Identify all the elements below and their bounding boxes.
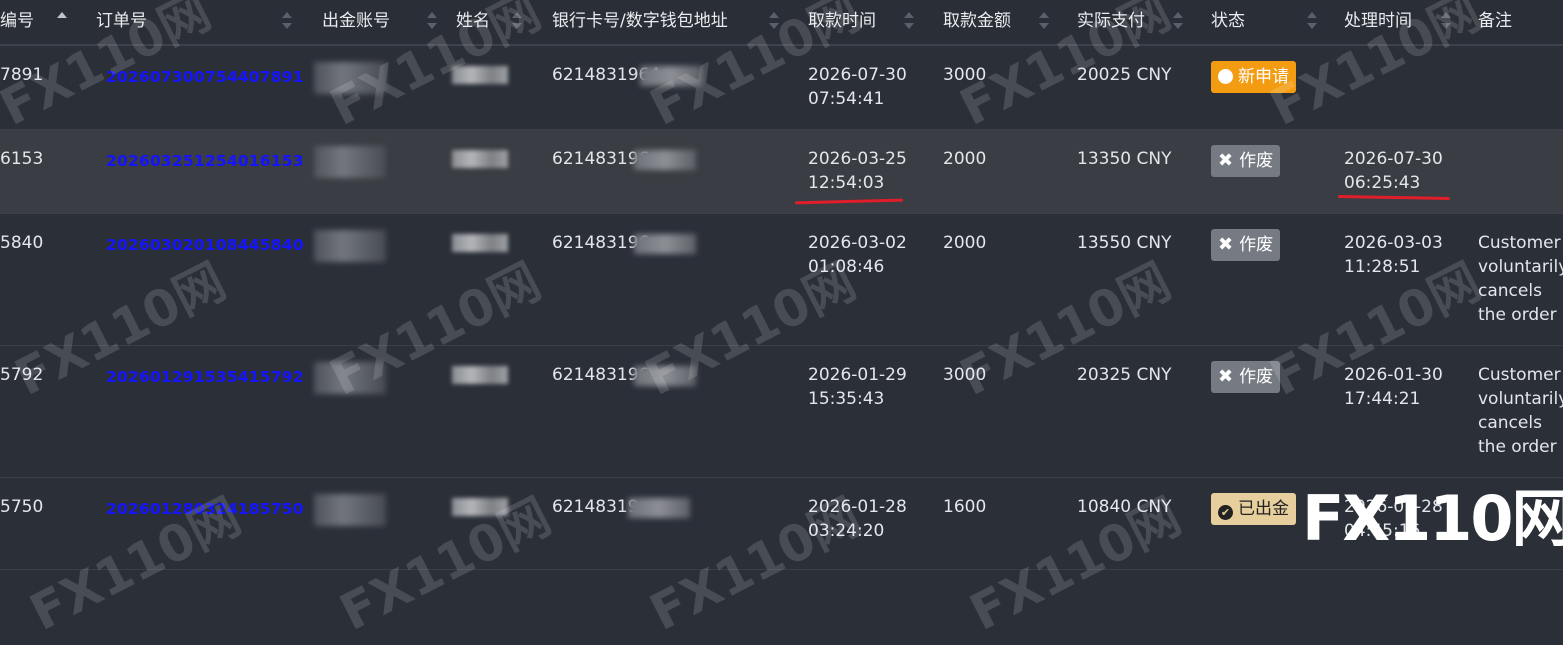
actual-paid: 20025 CNY bbox=[1077, 65, 1172, 85]
row-id: 7891 bbox=[0, 65, 44, 85]
circle-icon bbox=[1218, 69, 1233, 84]
withdraw-time: 2026-01-28 03:24:20 bbox=[808, 497, 907, 541]
order-link[interactable]: 202601280324185750 bbox=[106, 497, 304, 521]
order-link[interactable]: 202603020108445840 bbox=[106, 233, 304, 257]
status-badge: ✖ 作废 bbox=[1211, 145, 1281, 177]
status-badge: 新申请 bbox=[1211, 61, 1296, 93]
account-redacted bbox=[314, 62, 386, 94]
sort-icon[interactable] bbox=[281, 0, 293, 44]
sort-icon[interactable] bbox=[1440, 0, 1452, 44]
status-badge: ✔ 已出金 bbox=[1211, 493, 1296, 525]
withdraw-time: 2026-01-29 15:35:43 bbox=[808, 365, 907, 409]
header-card[interactable]: 银行卡号/数字钱包地址 bbox=[552, 0, 728, 44]
table-row: 6153 202603251254016153 621483196 2026-0… bbox=[0, 130, 1563, 214]
actual-paid: 13550 CNY bbox=[1077, 233, 1172, 253]
close-icon: ✖ bbox=[1218, 150, 1234, 171]
actual-paid: 13350 CNY bbox=[1077, 149, 1172, 169]
table-header: 编号 订单号 出金账号 姓名 银行卡号/数字钱包地址 取款时间 取款金额 实际支… bbox=[0, 0, 1563, 46]
fx110-logo: FX110网 bbox=[1302, 482, 1563, 555]
card-redacted bbox=[640, 66, 702, 86]
card-redacted bbox=[634, 150, 696, 170]
withdraw-time: 2026-03-25 12:54:03 bbox=[808, 149, 907, 193]
account-redacted bbox=[314, 146, 386, 178]
card-redacted bbox=[628, 498, 690, 518]
close-icon: ✖ bbox=[1218, 366, 1234, 387]
row-id: 5792 bbox=[0, 365, 44, 385]
order-link[interactable]: 202607300754407891 bbox=[106, 65, 304, 89]
note: Customer voluntarily cancels the order bbox=[1478, 365, 1563, 457]
highlight-underline bbox=[794, 198, 904, 205]
name-redacted bbox=[452, 498, 508, 516]
header-amount[interactable]: 取款金额 bbox=[943, 0, 1011, 44]
table-row: 5792 202601291535415792 621483196 2026-0… bbox=[0, 346, 1563, 478]
card-redacted bbox=[634, 366, 696, 386]
close-icon: ✖ bbox=[1218, 234, 1234, 255]
actual-paid: 10840 CNY bbox=[1077, 497, 1172, 517]
amount: 2000 bbox=[943, 233, 987, 253]
header-process-time[interactable]: 处理时间 bbox=[1344, 0, 1412, 44]
process-time: 2026-07-30 06:25:43 bbox=[1344, 149, 1443, 193]
name-redacted bbox=[452, 66, 508, 84]
sort-icon[interactable] bbox=[426, 0, 438, 44]
card-number: 62148319 bbox=[552, 497, 639, 517]
order-link[interactable]: 202601291535415792 bbox=[106, 365, 304, 389]
header-account[interactable]: 出金账号 bbox=[322, 0, 390, 44]
sort-icon[interactable] bbox=[768, 0, 780, 44]
account-redacted bbox=[314, 230, 386, 262]
row-id: 5750 bbox=[0, 497, 44, 517]
sort-icon[interactable] bbox=[1306, 0, 1318, 44]
sort-icon[interactable] bbox=[511, 0, 523, 44]
table-row: 5840 202603020108445840 621483196 2026-0… bbox=[0, 214, 1563, 346]
amount: 3000 bbox=[943, 365, 987, 385]
withdraw-time: 2026-03-02 01:08:46 bbox=[808, 233, 907, 277]
process-time: 2026-01-30 17:44:21 bbox=[1344, 365, 1443, 409]
status-badge: ✖ 作废 bbox=[1211, 229, 1281, 261]
amount: 1600 bbox=[943, 497, 987, 517]
sort-icon[interactable] bbox=[1038, 0, 1050, 44]
sort-icon[interactable] bbox=[1172, 0, 1184, 44]
name-redacted bbox=[452, 150, 508, 168]
row-id: 5840 bbox=[0, 233, 44, 253]
row-id: 6153 bbox=[0, 149, 44, 169]
status-badge: ✖ 作废 bbox=[1211, 361, 1281, 393]
header-name[interactable]: 姓名 bbox=[456, 0, 490, 44]
header-withdraw-time[interactable]: 取款时间 bbox=[808, 0, 876, 44]
name-redacted bbox=[452, 234, 508, 252]
header-order[interactable]: 订单号 bbox=[96, 0, 147, 44]
amount: 3000 bbox=[943, 65, 987, 85]
withdraw-time: 2026-07-30 07:54:41 bbox=[808, 65, 907, 109]
process-time: 2026-03-03 11:28:51 bbox=[1344, 233, 1443, 277]
account-redacted bbox=[314, 362, 386, 394]
order-link[interactable]: 202603251254016153 bbox=[106, 149, 304, 173]
actual-paid: 20325 CNY bbox=[1077, 365, 1172, 385]
header-actual-paid[interactable]: 实际支付 bbox=[1077, 0, 1145, 44]
table-row: 7891 202607300754407891 6214831964 2026-… bbox=[0, 46, 1563, 130]
sort-icon[interactable] bbox=[56, 0, 68, 44]
sort-icon[interactable] bbox=[903, 0, 915, 44]
name-redacted bbox=[452, 366, 508, 384]
amount: 2000 bbox=[943, 149, 987, 169]
note: Customer voluntarily cancels the order bbox=[1478, 233, 1563, 325]
header-note[interactable]: 备注 bbox=[1478, 0, 1512, 44]
account-redacted bbox=[314, 494, 386, 526]
card-redacted bbox=[634, 234, 696, 254]
header-status[interactable]: 状态 bbox=[1211, 0, 1245, 44]
check-circle-icon: ✔ bbox=[1218, 505, 1233, 520]
header-id[interactable]: 编号 bbox=[0, 0, 34, 44]
highlight-underline bbox=[1337, 195, 1451, 200]
